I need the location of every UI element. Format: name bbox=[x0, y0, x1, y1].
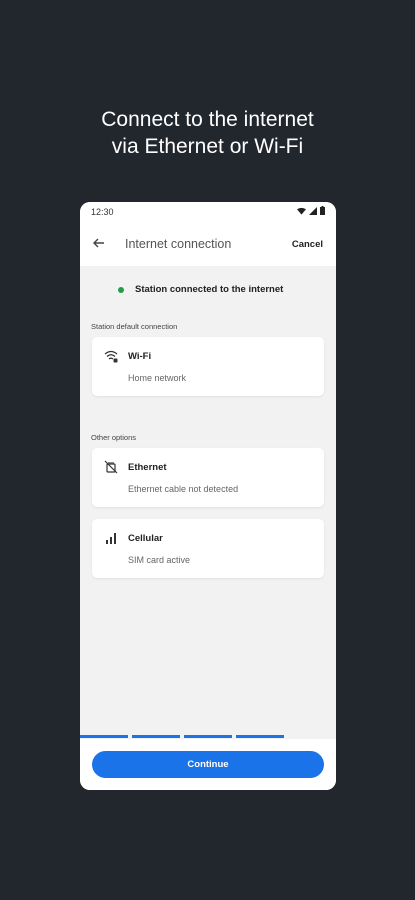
cellular-icon bbox=[106, 533, 116, 544]
headline-line-1: Connect to the internet bbox=[101, 108, 314, 131]
connection-status: Station connected to the internet bbox=[118, 284, 283, 295]
battery-icon bbox=[320, 206, 325, 215]
status-bar: 12:30 bbox=[80, 202, 336, 222]
other-options-label: Other options bbox=[91, 433, 137, 442]
wifi-icon bbox=[297, 207, 306, 215]
progress-segment bbox=[80, 735, 128, 738]
page-title: Internet connection bbox=[125, 237, 232, 251]
ethernet-option-detail: Ethernet cable not detected bbox=[128, 484, 239, 494]
wifi-option-name: Wi-Fi bbox=[128, 351, 152, 362]
headline: Connect to the internet via Ethernet or … bbox=[0, 106, 415, 160]
back-arrow-icon[interactable] bbox=[92, 236, 106, 250]
progress-segment bbox=[184, 735, 232, 738]
progress-segment bbox=[236, 735, 284, 738]
wifi-option-detail: Home network bbox=[128, 373, 187, 383]
cancel-button[interactable]: Cancel bbox=[292, 239, 323, 250]
status-icons bbox=[297, 206, 325, 215]
ethernet-option-card[interactable]: Ethernet Ethernet cable not detected bbox=[92, 448, 324, 507]
ethernet-option-name: Ethernet bbox=[128, 462, 167, 473]
progress-segment bbox=[132, 735, 180, 738]
ethernet-icon bbox=[104, 460, 118, 474]
connection-status-text: Station connected to the internet bbox=[135, 284, 284, 295]
app-bar: Internet connection Cancel bbox=[80, 222, 336, 266]
wifi-icon bbox=[104, 350, 118, 363]
cellular-option-detail: SIM card active bbox=[128, 555, 191, 565]
cellular-option-name: Cellular bbox=[128, 533, 163, 544]
phone-screen: 12:30 Internet connection Cancel Station… bbox=[80, 202, 336, 790]
signal-icon bbox=[309, 206, 317, 215]
headline-line-2: via Ethernet or Wi-Fi bbox=[111, 135, 304, 158]
status-dot bbox=[118, 286, 124, 293]
bottom-bar: Continue bbox=[80, 739, 336, 790]
status-time: 12:30 bbox=[91, 207, 114, 217]
default-section-label: Station default connection bbox=[91, 322, 178, 331]
wifi-option-card[interactable]: Wi-Fi Home network bbox=[92, 337, 324, 396]
continue-button[interactable]: Continue bbox=[92, 751, 324, 778]
cellular-option-card[interactable]: Cellular SIM card active bbox=[92, 519, 324, 578]
